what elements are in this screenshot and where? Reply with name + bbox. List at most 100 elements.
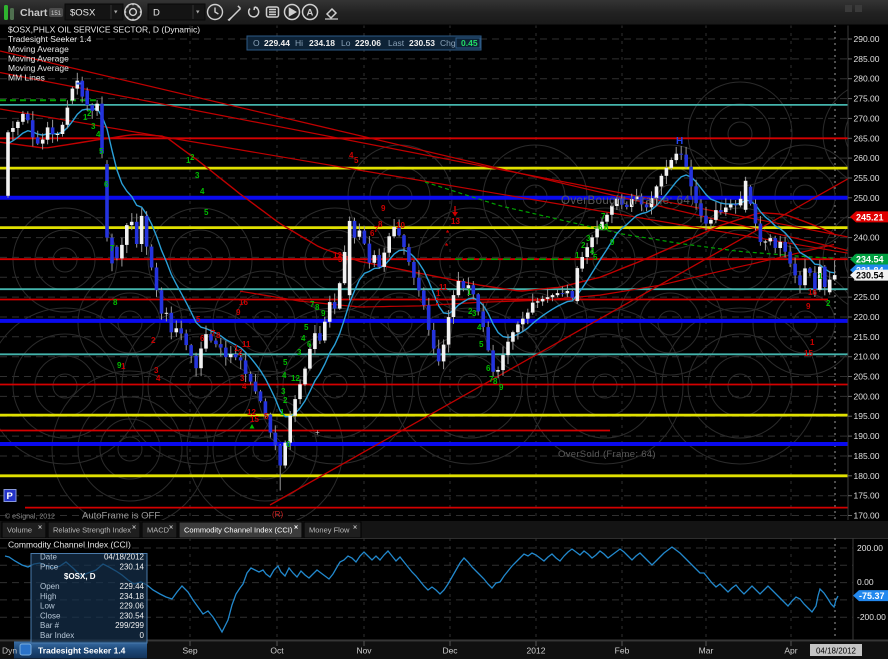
svg-text:5: 5	[204, 208, 209, 217]
svg-text:4: 4	[156, 374, 161, 383]
svg-text:7: 7	[110, 244, 115, 253]
svg-text:Bar Index: Bar Index	[40, 631, 74, 640]
svg-text:Dec: Dec	[442, 646, 458, 656]
svg-text:04/18/2012: 04/18/2012	[104, 553, 145, 562]
svg-text:Moving Average: Moving Average	[8, 63, 69, 73]
svg-text:229.06: 229.06	[120, 602, 145, 611]
svg-text:280.00: 280.00	[854, 74, 880, 84]
svg-text:0.45: 0.45	[461, 38, 478, 48]
svg-text:-75.37: -75.37	[859, 591, 885, 601]
svg-text:3: 3	[297, 348, 302, 357]
svg-text:High: High	[40, 592, 56, 601]
svg-text:04/18/2012: 04/18/2012	[816, 647, 857, 656]
svg-text:5: 5	[354, 156, 359, 165]
svg-text:3: 3	[338, 255, 343, 264]
svg-text:9: 9	[610, 238, 615, 247]
svg-text:175.00: 175.00	[854, 491, 880, 501]
svg-text:234.18: 234.18	[120, 592, 145, 601]
svg-text:Bar #: Bar #	[40, 621, 60, 630]
svg-text:9: 9	[321, 309, 326, 318]
svg-text:234.54: 234.54	[856, 255, 884, 265]
svg-text:229.44: 229.44	[264, 38, 290, 48]
svg-text:170.00: 170.00	[854, 511, 880, 521]
svg-text:2: 2	[87, 109, 92, 118]
svg-text:(R): (R)	[272, 510, 283, 519]
svg-text:+: +	[315, 428, 320, 437]
svg-text:5: 5	[264, 412, 269, 421]
svg-text:8: 8	[216, 331, 221, 340]
svg-text:0: 0	[140, 631, 145, 640]
svg-text:9: 9	[381, 204, 386, 213]
svg-text:8: 8	[315, 303, 320, 312]
svg-text:Feb: Feb	[615, 646, 630, 656]
svg-text:Date: Date	[40, 553, 57, 562]
svg-text:3: 3	[281, 387, 286, 396]
svg-text:229.06: 229.06	[355, 38, 381, 48]
svg-text:Oct: Oct	[270, 646, 284, 656]
svg-text:Relative Strength Index: Relative Strength Index	[53, 526, 131, 535]
svg-text:240.00: 240.00	[854, 233, 880, 243]
svg-text:11: 11	[439, 283, 448, 292]
svg-text:Last: Last	[388, 38, 405, 48]
svg-text:Price: Price	[40, 562, 59, 571]
svg-text:6: 6	[598, 223, 603, 232]
svg-text:205.00: 205.00	[854, 372, 880, 382]
svg-text:Commodity Channel Index (CCI): Commodity Channel Index (CCI)	[8, 540, 131, 550]
svg-text:4: 4	[96, 130, 101, 139]
svg-text:285.00: 285.00	[854, 54, 880, 64]
svg-text:OverBought (Frame: 64): OverBought (Frame: 64)	[561, 195, 694, 207]
svg-text:230.54: 230.54	[120, 611, 145, 620]
svg-text:8: 8	[378, 220, 383, 229]
svg-text:×: ×	[169, 525, 173, 532]
svg-text:-200.00: -200.00	[857, 612, 886, 622]
svg-text:200.00: 200.00	[854, 391, 880, 401]
svg-text:1: 1	[810, 338, 815, 347]
svg-text:O: O	[253, 38, 260, 48]
svg-text:6: 6	[286, 440, 291, 449]
svg-text:×: ×	[132, 525, 136, 532]
svg-text:2: 2	[190, 153, 195, 162]
svg-text:Chg: Chg	[440, 38, 456, 48]
svg-text:225.00: 225.00	[854, 292, 880, 302]
svg-text:$OSX,PHLX OIL SERVICE SECTOR,: $OSX,PHLX OIL SERVICE SECTOR, D (Dynamic…	[8, 25, 200, 35]
svg-text:10: 10	[396, 221, 405, 230]
svg-text:185.00: 185.00	[854, 451, 880, 461]
svg-text:0.00: 0.00	[857, 577, 874, 587]
svg-text:230.53: 230.53	[409, 38, 435, 48]
svg-text:Dyn: Dyn	[2, 646, 17, 656]
svg-text:Hi: Hi	[295, 38, 303, 48]
svg-text:190.00: 190.00	[854, 431, 880, 441]
svg-text:Sep: Sep	[182, 646, 197, 656]
svg-text:×: ×	[353, 525, 357, 532]
svg-text:4: 4	[477, 323, 482, 332]
svg-text:15: 15	[804, 349, 813, 358]
svg-text:Lo: Lo	[341, 38, 351, 48]
svg-text:16: 16	[239, 298, 248, 307]
svg-text:1: 1	[280, 408, 285, 417]
svg-text:AutoFrame is OFF: AutoFrame is OFF	[82, 511, 160, 522]
svg-text:200.00: 200.00	[857, 543, 883, 553]
svg-text:5: 5	[593, 253, 598, 262]
svg-text:×: ×	[294, 525, 298, 532]
svg-text:16: 16	[808, 288, 817, 297]
svg-text:5: 5	[283, 358, 288, 367]
svg-text:2: 2	[283, 396, 288, 405]
svg-text:1: 1	[467, 288, 472, 297]
svg-text:MACD: MACD	[147, 526, 170, 535]
svg-text:MM Lines: MM Lines	[8, 73, 45, 83]
svg-text:Tradesight Seeker 1.4: Tradesight Seeker 1.4	[8, 34, 92, 44]
svg-text:230.54: 230.54	[856, 271, 884, 281]
svg-text:Open: Open	[40, 582, 60, 591]
svg-text:245.21: 245.21	[856, 212, 884, 222]
svg-text:2: 2	[826, 299, 831, 308]
svg-text:2: 2	[151, 336, 156, 345]
svg-text:Commodity Channel Index (CCI): Commodity Channel Index (CCI)	[184, 526, 293, 535]
svg-text:3: 3	[195, 171, 200, 180]
svg-text:© eSignal, 2012: © eSignal, 2012	[5, 513, 55, 521]
svg-text:3: 3	[586, 234, 591, 243]
svg-text:Nov: Nov	[356, 646, 372, 656]
svg-text:210.00: 210.00	[854, 352, 880, 362]
svg-text:Moving Average: Moving Average	[8, 44, 69, 54]
svg-text:5: 5	[196, 315, 201, 324]
svg-text:8: 8	[113, 298, 118, 307]
